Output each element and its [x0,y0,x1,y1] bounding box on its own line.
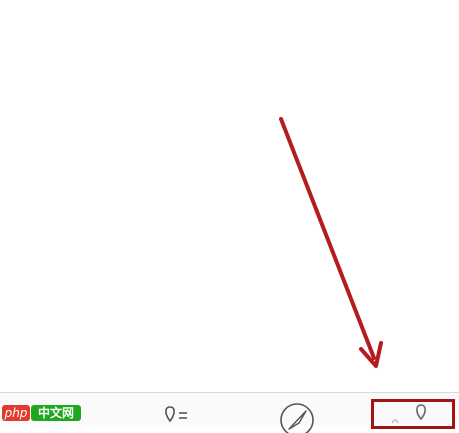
compass-icon [280,403,314,433]
tab-discover[interactable] [260,393,340,433]
watermark-cn: 中文网 [31,405,81,421]
pin-list-icon [165,406,187,423]
tab-recognize[interactable] [140,393,220,426]
screenshot-canvas: php 中文网 [0,0,459,433]
annotation-arrow [279,117,383,368]
site-watermark: php 中文网 [0,402,90,425]
watermark-php: php [2,405,30,421]
